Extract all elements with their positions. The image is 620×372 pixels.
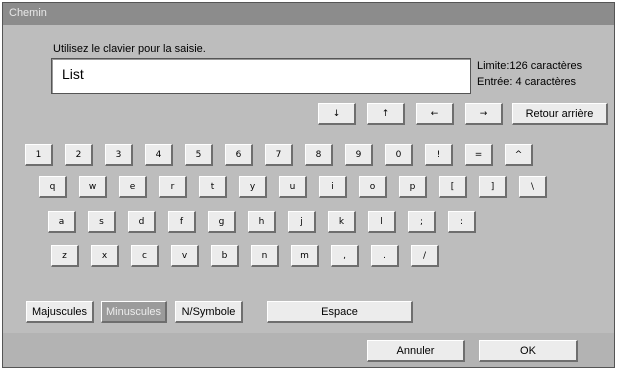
key-2-4[interactable]: g [208,211,236,233]
key-3-6[interactable]: m [291,245,319,267]
ok-button[interactable]: OK [479,340,578,362]
key-3-9[interactable]: / [411,245,439,267]
key-3-0[interactable]: z [51,245,79,267]
space-button[interactable]: Espace [267,301,413,323]
key-1-4[interactable]: t [199,176,227,198]
key-0-9[interactable]: 0 [385,144,413,166]
key-1-10[interactable]: [ [439,176,467,198]
key-3-3[interactable]: v [171,245,199,267]
key-2-5[interactable]: h [248,211,276,233]
cursor-left-button[interactable]: ← [416,103,454,125]
key-1-6[interactable]: u [279,176,307,198]
entry-count-text: Entrée: 4 caractères [477,76,577,88]
key-2-2[interactable]: d [128,211,156,233]
key-1-0[interactable]: q [39,176,67,198]
key-2-6[interactable]: j [288,211,316,233]
key-0-7[interactable]: 8 [305,144,333,166]
uppercase-button[interactable]: Majuscules [26,301,94,323]
key-2-8[interactable]: l [368,211,396,233]
key-3-8[interactable]: . [371,245,399,267]
key-0-6[interactable]: 7 [265,144,293,166]
limit-text: Limite:126 caractères [477,60,583,72]
cursor-right-button[interactable]: → [465,103,503,125]
key-1-9[interactable]: p [399,176,427,198]
key-2-0[interactable]: a [48,211,76,233]
key-2-9[interactable]: ; [408,211,436,233]
key-1-11[interactable]: ] [479,176,507,198]
key-3-4[interactable]: b [211,245,239,267]
key-2-3[interactable]: f [168,211,196,233]
key-2-10[interactable]: : [448,211,476,233]
key-0-8[interactable]: 9 [345,144,373,166]
key-3-2[interactable]: c [131,245,159,267]
key-0-11[interactable]: = [465,144,493,166]
key-0-4[interactable]: 5 [185,144,213,166]
key-0-12[interactable]: ^ [505,144,533,166]
text-input[interactable]: List [51,58,471,94]
key-3-7[interactable]: , [331,245,359,267]
key-0-2[interactable]: 3 [105,144,133,166]
cursor-up-button[interactable]: ↑ [367,103,405,125]
key-1-8[interactable]: o [359,176,387,198]
key-2-1[interactable]: s [88,211,116,233]
symbol-button[interactable]: N/Symbole [175,301,243,323]
key-3-1[interactable]: x [91,245,119,267]
window-title: Chemin [3,3,614,25]
key-0-5[interactable]: 6 [225,144,253,166]
key-0-10[interactable]: ! [425,144,453,166]
limit-info: Limite:126 caractères Entrée: 4 caractèr… [477,58,582,90]
keyboard-dialog: Chemin Utilisez le clavier pour la saisi… [2,2,615,368]
key-1-12[interactable]: \ [519,176,547,198]
key-3-5[interactable]: n [251,245,279,267]
instruction-label: Utilisez le clavier pour la saisie. [53,43,206,55]
backspace-button[interactable]: Retour arrière [512,103,608,125]
key-1-5[interactable]: y [239,176,267,198]
key-0-0[interactable]: 1 [25,144,53,166]
key-2-7[interactable]: k [328,211,356,233]
cancel-button[interactable]: Annuler [367,340,465,362]
lowercase-button[interactable]: Minuscules [101,301,167,323]
key-1-3[interactable]: r [159,176,187,198]
key-0-3[interactable]: 4 [145,144,173,166]
key-1-2[interactable]: e [119,176,147,198]
cursor-down-button[interactable]: ↓ [318,103,356,125]
key-0-1[interactable]: 2 [65,144,93,166]
key-1-1[interactable]: w [79,176,107,198]
key-1-7[interactable]: i [319,176,347,198]
